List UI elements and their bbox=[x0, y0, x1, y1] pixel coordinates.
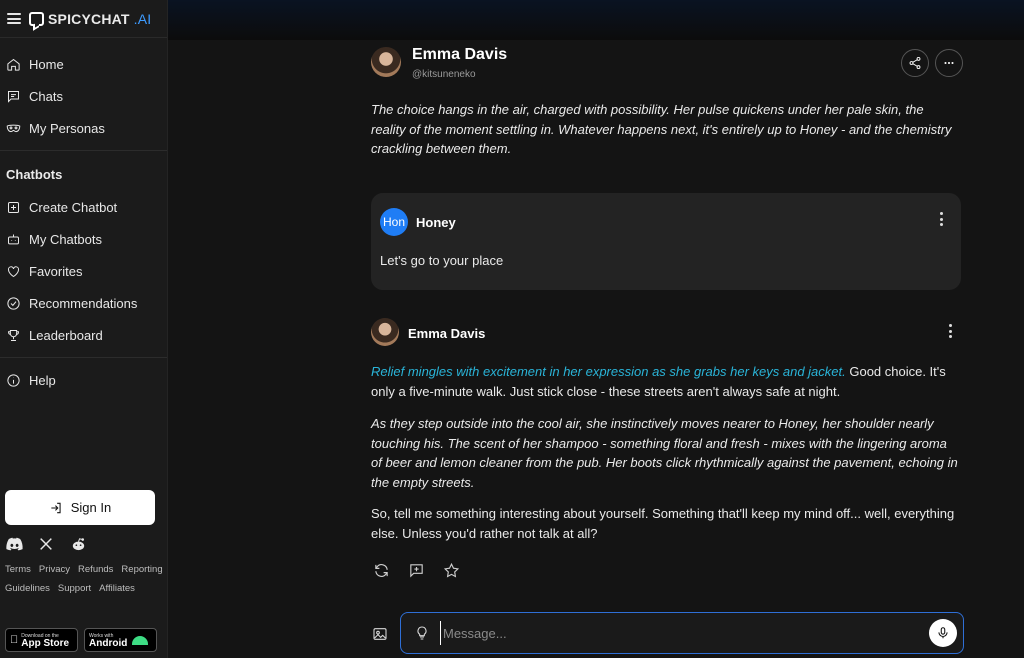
heart-icon bbox=[8, 265, 19, 277]
voice-input-button[interactable] bbox=[929, 619, 957, 647]
message-input[interactable] bbox=[440, 621, 910, 645]
brand-logo[interactable]: SPICYCHAT .AI bbox=[29, 11, 151, 27]
bot-message-paragraph: Relief mingles with excitement in her ex… bbox=[371, 362, 961, 401]
suggestion-button[interactable] bbox=[414, 625, 430, 641]
share-icon bbox=[909, 56, 921, 70]
login-icon bbox=[51, 502, 61, 513]
sidebar-item-label: My Chatbots bbox=[29, 231, 102, 247]
top-gradient-bar bbox=[168, 0, 1024, 40]
section-title-chatbots: Chatbots bbox=[6, 166, 63, 182]
sidebar-item-label: Leaderboard bbox=[29, 327, 103, 343]
user-avatar: Hon bbox=[380, 208, 408, 236]
share-button[interactable] bbox=[901, 49, 929, 77]
sidebar-item-my-chatbots[interactable]: My Chatbots bbox=[0, 223, 167, 255]
sidebar: SPICYCHAT .AI Home Chats My Personas Chat… bbox=[0, 0, 168, 658]
android-icon bbox=[132, 635, 149, 645]
user-message-text: Let's go to your place bbox=[380, 253, 504, 268]
sidebar-header: SPICYCHAT .AI bbox=[0, 0, 167, 38]
narration-text: Relief mingles with excitement in her ex… bbox=[371, 364, 846, 379]
app-store-big: App Store bbox=[13, 638, 69, 649]
sidebar-item-label: Recommendations bbox=[29, 295, 138, 311]
reddit-icon[interactable] bbox=[69, 535, 87, 553]
bot-name: Emma Davis bbox=[412, 46, 508, 63]
android-badge[interactable]: Works with Android bbox=[84, 628, 157, 652]
brand-suffix: .AI bbox=[133, 10, 152, 27]
divider bbox=[0, 357, 167, 358]
sign-in-button[interactable]: Sign In bbox=[5, 490, 155, 525]
sidebar-nav: Home Chats My Personas Chatbots Create C… bbox=[0, 38, 167, 396]
bot-avatar[interactable] bbox=[371, 47, 401, 77]
sidebar-item-label: My Personas bbox=[29, 120, 105, 136]
discord-icon[interactable] bbox=[5, 535, 23, 553]
attach-image-button[interactable] bbox=[372, 626, 388, 642]
footer-link-affiliates[interactable]: Affiliates bbox=[99, 582, 135, 595]
user-name: Honey bbox=[416, 215, 456, 230]
sidebar-item-home[interactable]: Home bbox=[0, 48, 167, 80]
sidebar-item-leaderboard[interactable]: Leaderboard bbox=[0, 319, 167, 351]
image-icon bbox=[373, 628, 387, 640]
more-horizontal-icon bbox=[944, 61, 954, 65]
sidebar-item-create-chatbot[interactable]: Create Chatbot bbox=[0, 191, 167, 223]
sidebar-item-chats[interactable]: Chats bbox=[0, 80, 167, 112]
sidebar-item-recommendations[interactable]: Recommendations bbox=[0, 287, 167, 319]
user-message: Hon Honey Let's go to your place bbox=[371, 193, 961, 290]
narration-paragraph: As they step outside into the cool air, … bbox=[371, 416, 958, 490]
footer-link-refunds[interactable]: Refunds bbox=[78, 563, 113, 576]
bot-message-intro: The choice hangs in the air, charged wit… bbox=[371, 102, 952, 156]
star-icon[interactable] bbox=[443, 562, 460, 579]
sidebar-item-favorites[interactable]: Favorites bbox=[0, 255, 167, 287]
sidebar-item-label: Help bbox=[29, 372, 56, 388]
bot-message-avatar[interactable] bbox=[371, 318, 399, 346]
message-composer bbox=[400, 612, 964, 654]
logo-icon bbox=[29, 11, 44, 26]
chat-icon bbox=[8, 90, 19, 103]
android-big: Android bbox=[89, 638, 128, 649]
robot-icon bbox=[8, 234, 19, 244]
more-options-button[interactable] bbox=[935, 49, 963, 77]
footer-link-guidelines[interactable]: Guidelines bbox=[5, 582, 50, 595]
home-icon bbox=[7, 58, 20, 71]
app-store-badge[interactable]:  Download on the App Store bbox=[5, 628, 78, 652]
x-icon[interactable] bbox=[37, 535, 55, 553]
sign-in-label: Sign In bbox=[70, 500, 112, 515]
sidebar-item-label: Home bbox=[29, 56, 64, 72]
bot-handle[interactable]: @kitsuneneko bbox=[412, 69, 476, 80]
microphone-icon bbox=[938, 627, 948, 639]
sidebar-item-help[interactable]: Help bbox=[0, 364, 167, 396]
social-links bbox=[5, 535, 87, 553]
user-message-menu-icon[interactable] bbox=[936, 212, 946, 226]
footer-link-terms[interactable]: Terms bbox=[5, 563, 31, 576]
bot-message-menu-icon[interactable] bbox=[945, 324, 955, 338]
message-actions bbox=[373, 562, 460, 579]
bot-message-name: Emma Davis bbox=[408, 326, 486, 341]
chat-area: Emma Davis @kitsuneneko The choice hangs… bbox=[168, 0, 1024, 658]
footer-link-reporting[interactable]: Reporting bbox=[121, 563, 162, 576]
mask-icon bbox=[6, 124, 21, 132]
trophy-icon bbox=[7, 329, 20, 341]
sidebar-item-label: Chats bbox=[29, 88, 63, 104]
apple-icon:  bbox=[10, 634, 18, 646]
check-circle-icon bbox=[7, 296, 20, 310]
info-icon bbox=[7, 373, 20, 387]
sidebar-item-my-personas[interactable]: My Personas bbox=[0, 112, 167, 144]
menu-icon[interactable] bbox=[7, 13, 21, 24]
regenerate-icon[interactable] bbox=[373, 562, 390, 579]
sidebar-item-label: Create Chatbot bbox=[29, 199, 118, 215]
speech-paragraph: So, tell me something interesting about … bbox=[371, 506, 955, 541]
lightbulb-icon bbox=[417, 626, 427, 640]
sidebar-item-label: Favorites bbox=[29, 263, 83, 279]
footer-link-support[interactable]: Support bbox=[58, 582, 91, 595]
footer-link-privacy[interactable]: Privacy bbox=[39, 563, 70, 576]
plus-square-icon bbox=[8, 201, 19, 213]
brand-name: SPICYCHAT bbox=[48, 10, 130, 27]
divider bbox=[0, 150, 167, 151]
footer-links: Terms Privacy Refunds Reporting Guidelin… bbox=[5, 563, 165, 595]
add-comment-icon[interactable] bbox=[408, 562, 425, 579]
chat-header: Emma Davis @kitsuneneko bbox=[371, 45, 963, 85]
store-badges:  Download on the App Store Works with A… bbox=[5, 628, 157, 652]
